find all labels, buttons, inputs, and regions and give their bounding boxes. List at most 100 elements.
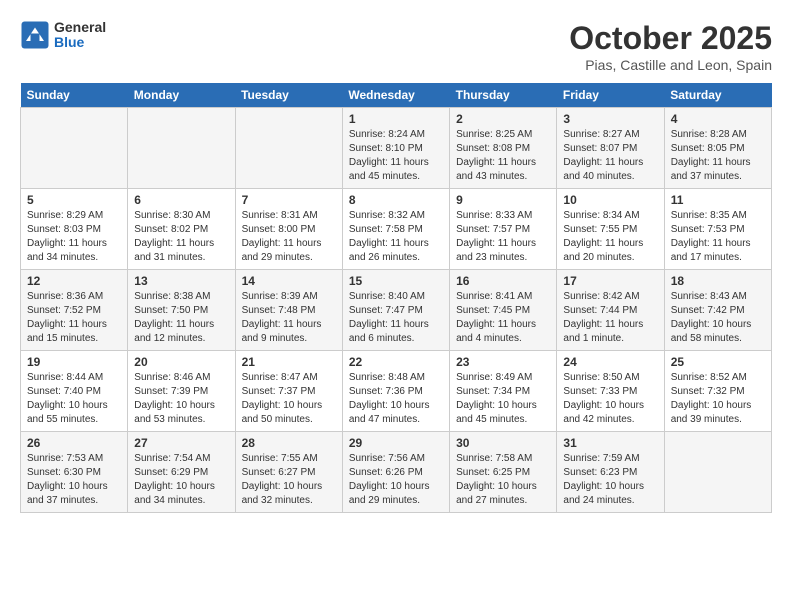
title-area: October 2025 Pias, Castille and Leon, Sp…	[569, 20, 772, 73]
calendar-cell: 2 Sunrise: 8:25 AM Sunset: 8:08 PM Daylig…	[450, 108, 557, 189]
calendar-cell: 16 Sunrise: 8:41 AM Sunset: 7:45 PM Dayli…	[450, 270, 557, 351]
calendar-cell: 7 Sunrise: 8:31 AM Sunset: 8:00 PM Daylig…	[235, 189, 342, 270]
calendar-cell: 3 Sunrise: 8:27 AM Sunset: 8:07 PM Daylig…	[557, 108, 664, 189]
calendar-cell: 10Sunrise: 8:34 AM Sunset: 7:55 PM Dayli…	[557, 189, 664, 270]
day-number: 2	[456, 112, 550, 126]
day-info: Sunrise: 8:28 AM Sunset: 8:05 PM Dayligh…	[671, 128, 765, 184]
day-info: Sunrise: 8:50 AM Sunset: 7:33 PM Dayligh…	[563, 371, 657, 427]
calendar-cell: 26 Sunrise: 7:53 AM Sunset: 6:30 PM Dayli…	[21, 432, 128, 513]
day-info: Sunrise: 8:32 AM Sunset: 7:58 PM Dayligh…	[349, 209, 443, 265]
day-number: 14	[242, 274, 336, 288]
calendar-cell: 18 Sunrise: 8:43 AM Sunset: 7:42 PM Dayli…	[664, 270, 771, 351]
calendar-cell: 30 Sunrise: 7:58 AM Sunset: 6:25 PM Dayli…	[450, 432, 557, 513]
day-info: Sunrise: 8:49 AM Sunset: 7:34 PM Dayligh…	[456, 371, 550, 427]
calendar-table: SundayMondayTuesdayWednesdayThursdayFrid…	[20, 83, 772, 513]
day-number: 30	[456, 436, 550, 450]
day-number: 4	[671, 112, 765, 126]
day-number: 13	[134, 274, 228, 288]
day-header-friday: Friday	[557, 83, 664, 108]
day-info: Sunrise: 8:40 AM Sunset: 7:47 PM Dayligh…	[349, 290, 443, 346]
day-number: 18	[671, 274, 765, 288]
day-header-sunday: Sunday	[21, 83, 128, 108]
day-number: 20	[134, 355, 228, 369]
day-info: Sunrise: 8:34 AM Sunset: 7:55 PM Dayligh…	[563, 209, 657, 265]
logo: General Blue	[20, 20, 106, 51]
day-number: 24	[563, 355, 657, 369]
day-header-monday: Monday	[128, 83, 235, 108]
calendar-cell	[664, 432, 771, 513]
calendar-cell	[235, 108, 342, 189]
day-info: Sunrise: 8:29 AM Sunset: 8:03 PM Dayligh…	[27, 209, 121, 265]
day-header-wednesday: Wednesday	[342, 83, 449, 108]
week-row-0: 1 Sunrise: 8:24 AM Sunset: 8:10 PM Daylig…	[21, 108, 772, 189]
header-row: SundayMondayTuesdayWednesdayThursdayFrid…	[21, 83, 772, 108]
week-row-3: 19Sunrise: 8:44 AM Sunset: 7:40 PM Dayli…	[21, 351, 772, 432]
day-info: Sunrise: 8:48 AM Sunset: 7:36 PM Dayligh…	[349, 371, 443, 427]
week-row-1: 5 Sunrise: 8:29 AM Sunset: 8:03 PM Daylig…	[21, 189, 772, 270]
day-info: Sunrise: 8:52 AM Sunset: 7:32 PM Dayligh…	[671, 371, 765, 427]
day-info: Sunrise: 8:43 AM Sunset: 7:42 PM Dayligh…	[671, 290, 765, 346]
calendar-cell: 9Sunrise: 8:33 AM Sunset: 7:57 PM Daylig…	[450, 189, 557, 270]
day-info: Sunrise: 8:30 AM Sunset: 8:02 PM Dayligh…	[134, 209, 228, 265]
day-number: 25	[671, 355, 765, 369]
day-info: Sunrise: 8:41 AM Sunset: 7:45 PM Dayligh…	[456, 290, 550, 346]
day-info: Sunrise: 8:25 AM Sunset: 8:08 PM Dayligh…	[456, 128, 550, 184]
day-number: 21	[242, 355, 336, 369]
day-info: Sunrise: 7:53 AM Sunset: 6:30 PM Dayligh…	[27, 452, 121, 508]
calendar-cell: 20 Sunrise: 8:46 AM Sunset: 7:39 PM Dayli…	[128, 351, 235, 432]
day-number: 9	[456, 193, 550, 207]
logo-icon	[20, 20, 50, 50]
day-info: Sunrise: 8:38 AM Sunset: 7:50 PM Dayligh…	[134, 290, 228, 346]
week-row-4: 26 Sunrise: 7:53 AM Sunset: 6:30 PM Dayli…	[21, 432, 772, 513]
day-info: Sunrise: 7:59 AM Sunset: 6:23 PM Dayligh…	[563, 452, 657, 508]
calendar-cell: 5 Sunrise: 8:29 AM Sunset: 8:03 PM Daylig…	[21, 189, 128, 270]
day-number: 5	[27, 193, 121, 207]
day-number: 22	[349, 355, 443, 369]
calendar-cell: 31 Sunrise: 7:59 AM Sunset: 6:23 PM Dayli…	[557, 432, 664, 513]
day-number: 19	[27, 355, 121, 369]
day-number: 26	[27, 436, 121, 450]
day-number: 31	[563, 436, 657, 450]
calendar-cell: 8Sunrise: 8:32 AM Sunset: 7:58 PM Daylig…	[342, 189, 449, 270]
day-info: Sunrise: 8:24 AM Sunset: 8:10 PM Dayligh…	[349, 128, 443, 184]
week-row-2: 12 Sunrise: 8:36 AM Sunset: 7:52 PM Dayli…	[21, 270, 772, 351]
day-info: Sunrise: 7:56 AM Sunset: 6:26 PM Dayligh…	[349, 452, 443, 508]
calendar-cell	[128, 108, 235, 189]
day-number: 1	[349, 112, 443, 126]
calendar-cell: 21Sunrise: 8:47 AM Sunset: 7:37 PM Dayli…	[235, 351, 342, 432]
day-number: 3	[563, 112, 657, 126]
calendar-cell: 11 Sunrise: 8:35 AM Sunset: 7:53 PM Dayli…	[664, 189, 771, 270]
day-header-saturday: Saturday	[664, 83, 771, 108]
day-number: 7	[242, 193, 336, 207]
day-info: Sunrise: 7:58 AM Sunset: 6:25 PM Dayligh…	[456, 452, 550, 508]
calendar-cell: 28 Sunrise: 7:55 AM Sunset: 6:27 PM Dayli…	[235, 432, 342, 513]
day-info: Sunrise: 8:42 AM Sunset: 7:44 PM Dayligh…	[563, 290, 657, 346]
logo-blue: Blue	[54, 35, 106, 50]
day-header-thursday: Thursday	[450, 83, 557, 108]
day-info: Sunrise: 8:46 AM Sunset: 7:39 PM Dayligh…	[134, 371, 228, 427]
day-number: 28	[242, 436, 336, 450]
calendar-cell: 15 Sunrise: 8:40 AM Sunset: 7:47 PM Dayli…	[342, 270, 449, 351]
day-info: Sunrise: 7:55 AM Sunset: 6:27 PM Dayligh…	[242, 452, 336, 508]
day-info: Sunrise: 8:31 AM Sunset: 8:00 PM Dayligh…	[242, 209, 336, 265]
calendar-cell: 14 Sunrise: 8:39 AM Sunset: 7:48 PM Dayli…	[235, 270, 342, 351]
day-info: Sunrise: 8:35 AM Sunset: 7:53 PM Dayligh…	[671, 209, 765, 265]
calendar-cell: 19Sunrise: 8:44 AM Sunset: 7:40 PM Dayli…	[21, 351, 128, 432]
logo-general: General	[54, 20, 106, 35]
calendar-cell: 29Sunrise: 7:56 AM Sunset: 6:26 PM Dayli…	[342, 432, 449, 513]
month-title: October 2025	[569, 20, 772, 57]
day-info: Sunrise: 8:39 AM Sunset: 7:48 PM Dayligh…	[242, 290, 336, 346]
day-info: Sunrise: 8:27 AM Sunset: 8:07 PM Dayligh…	[563, 128, 657, 184]
day-number: 27	[134, 436, 228, 450]
calendar-cell: 24 Sunrise: 8:50 AM Sunset: 7:33 PM Dayli…	[557, 351, 664, 432]
day-info: Sunrise: 8:36 AM Sunset: 7:52 PM Dayligh…	[27, 290, 121, 346]
day-number: 11	[671, 193, 765, 207]
calendar-cell: 23Sunrise: 8:49 AM Sunset: 7:34 PM Dayli…	[450, 351, 557, 432]
calendar-cell: 12 Sunrise: 8:36 AM Sunset: 7:52 PM Dayli…	[21, 270, 128, 351]
day-number: 15	[349, 274, 443, 288]
calendar-cell: 6Sunrise: 8:30 AM Sunset: 8:02 PM Daylig…	[128, 189, 235, 270]
calendar-cell: 22 Sunrise: 8:48 AM Sunset: 7:36 PM Dayli…	[342, 351, 449, 432]
day-number: 16	[456, 274, 550, 288]
calendar-cell: 27Sunrise: 7:54 AM Sunset: 6:29 PM Dayli…	[128, 432, 235, 513]
day-number: 12	[27, 274, 121, 288]
